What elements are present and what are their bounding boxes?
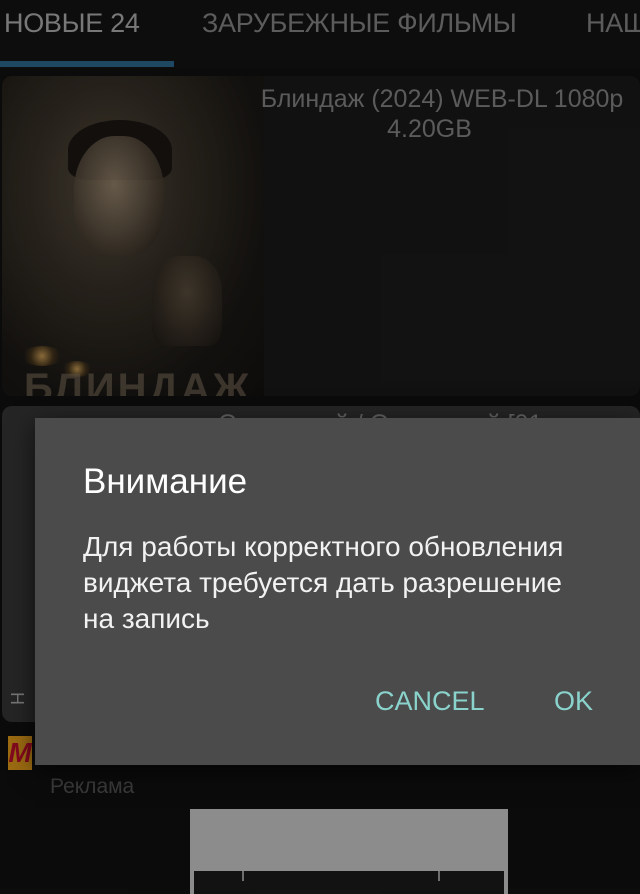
alert-dialog: Внимание Для работы корректного обновлен… (35, 418, 640, 765)
cancel-button[interactable]: CANCEL (375, 686, 485, 717)
ok-button[interactable]: OK (554, 686, 593, 717)
dialog-title: Внимание (83, 462, 248, 501)
dialog-message: Для работы корректного обновления виджет… (83, 531, 564, 634)
